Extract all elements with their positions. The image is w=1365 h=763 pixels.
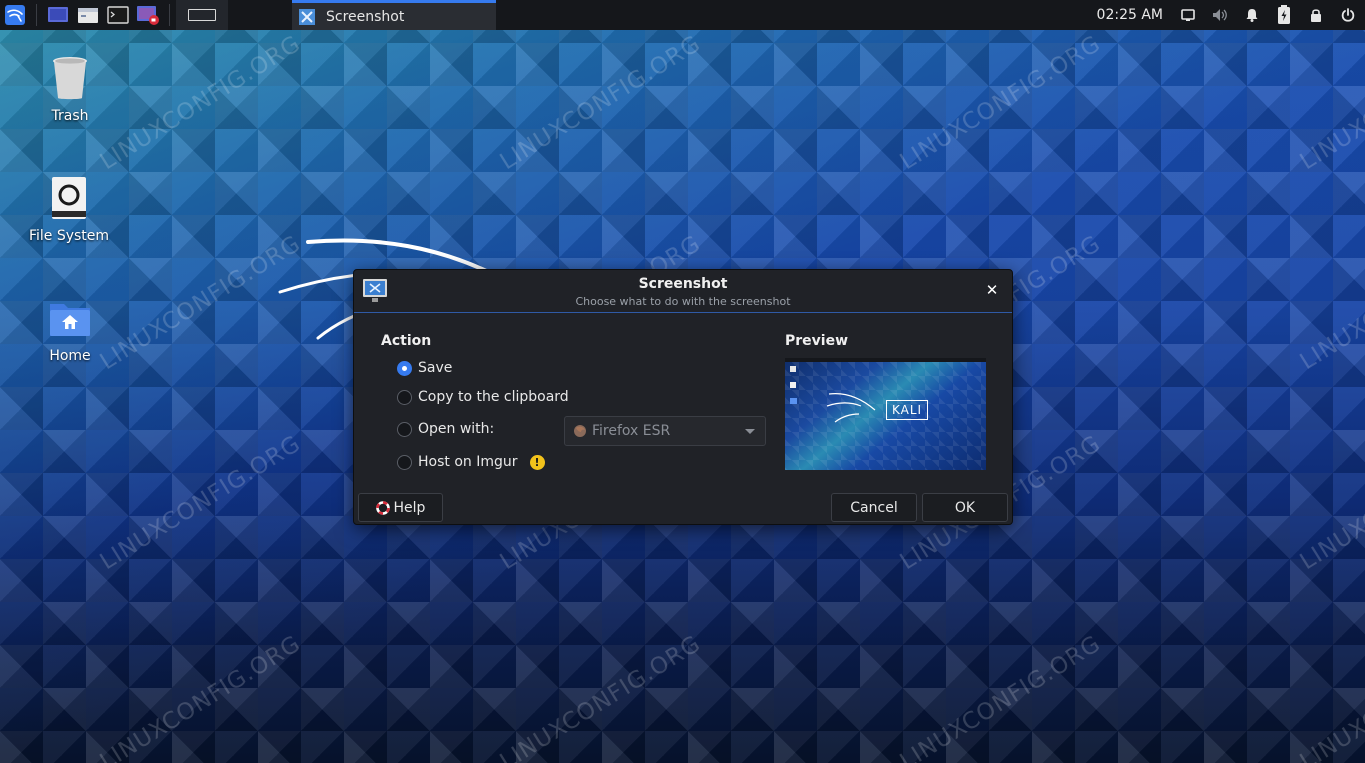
terminal-button[interactable]	[103, 0, 133, 30]
panel-separator	[169, 4, 170, 26]
ok-button[interactable]: OK	[922, 493, 1008, 522]
screen-recorder-icon	[137, 6, 159, 25]
radio-save[interactable]	[397, 360, 412, 376]
close-button[interactable]: ✕	[984, 281, 1000, 299]
option-save[interactable]: Save	[397, 360, 452, 376]
file-manager-button[interactable]	[73, 0, 103, 30]
preview-section-label: Preview	[785, 333, 849, 349]
close-icon: ✕	[985, 281, 999, 299]
chevron-down-icon	[745, 429, 755, 434]
option-label: Save	[418, 360, 453, 376]
cancel-button[interactable]: Cancel	[831, 493, 917, 522]
home-folder-icon	[50, 304, 90, 336]
power-icon[interactable]	[1339, 6, 1357, 24]
desktop-icon-file-system[interactable]: File System	[19, 174, 119, 244]
notification-bell-icon[interactable]	[1243, 6, 1261, 24]
taskbar-item-label: Screenshot	[326, 8, 405, 25]
trash-icon	[53, 57, 87, 100]
preview-trash-icon	[790, 366, 796, 372]
option-open-with[interactable]: Open with:	[397, 421, 494, 437]
workspace-switcher[interactable]	[176, 0, 228, 30]
warning-icon: !	[529, 454, 545, 470]
firefox-icon	[574, 425, 586, 437]
application-menu-button[interactable]	[0, 0, 30, 30]
preview-dragon-swoosh	[826, 393, 876, 423]
show-desktop-icon	[48, 7, 68, 22]
option-copy-clipboard[interactable]: Copy to the clipboard	[397, 389, 569, 405]
desktop-icon-home[interactable]: Home	[20, 294, 120, 364]
radio-copy-clipboard[interactable]	[397, 389, 412, 405]
desktop-icon-label: Home	[49, 348, 91, 364]
radio-open-with[interactable]	[397, 421, 412, 437]
action-section-label: Action	[381, 333, 432, 349]
show-desktop-button[interactable]	[43, 0, 73, 30]
screen-recorder-button[interactable]	[133, 0, 163, 30]
top-panel: Screenshot 02:25 AM	[0, 0, 1365, 30]
preview-kali-logo: KALI	[886, 400, 928, 420]
open-with-app-select[interactable]: Firefox ESR	[564, 416, 766, 446]
drive-icon	[52, 177, 86, 219]
cancel-button-label: Cancel	[850, 499, 898, 516]
help-lifebuoy-icon	[375, 500, 390, 515]
option-host-imgur[interactable]: Host on Imgur !	[397, 454, 545, 470]
volume-icon[interactable]	[1211, 6, 1229, 24]
clock[interactable]: 02:25 AM	[1097, 7, 1163, 23]
battery-charging-icon[interactable]	[1275, 5, 1293, 24]
preview-home-folder-icon	[790, 398, 797, 404]
dialog-title: Screenshot	[638, 276, 728, 292]
screenshot-preview: KALI	[785, 358, 986, 470]
kali-dragon-icon	[5, 5, 25, 25]
ok-button-label: OK	[954, 499, 976, 516]
dialog-subtitle: Choose what to do with the screenshot	[575, 295, 791, 308]
option-label: Copy to the clipboard	[418, 389, 569, 405]
desktop-icon-label: File System	[28, 228, 110, 244]
lock-icon[interactable]	[1307, 6, 1325, 24]
open-with-app-value: Firefox ESR	[592, 423, 671, 439]
file-manager-icon	[78, 8, 98, 23]
screenshot-dialog: Screenshot Choose what to do with the sc…	[353, 269, 1013, 525]
screenshot-app-icon	[299, 8, 315, 25]
help-button-label: Help	[393, 499, 426, 516]
desktop-icon-trash[interactable]: Trash	[20, 54, 120, 124]
option-label: Open with:	[418, 421, 495, 437]
option-label: Host on Imgur	[418, 454, 518, 470]
help-button[interactable]: Help	[358, 493, 443, 522]
taskbar-item-screenshot[interactable]: Screenshot	[292, 0, 496, 30]
dialog-header: Screenshot Choose what to do with the sc…	[354, 270, 1012, 313]
preview-drive-icon	[790, 382, 796, 388]
panel-separator	[36, 4, 37, 26]
terminal-icon	[107, 6, 129, 24]
radio-host-imgur[interactable]	[397, 454, 412, 470]
display-icon[interactable]	[1179, 6, 1197, 24]
desktop-icon-label: Trash	[51, 108, 89, 124]
system-tray: 02:25 AM	[1097, 0, 1357, 30]
workspace-1[interactable]	[188, 9, 216, 21]
